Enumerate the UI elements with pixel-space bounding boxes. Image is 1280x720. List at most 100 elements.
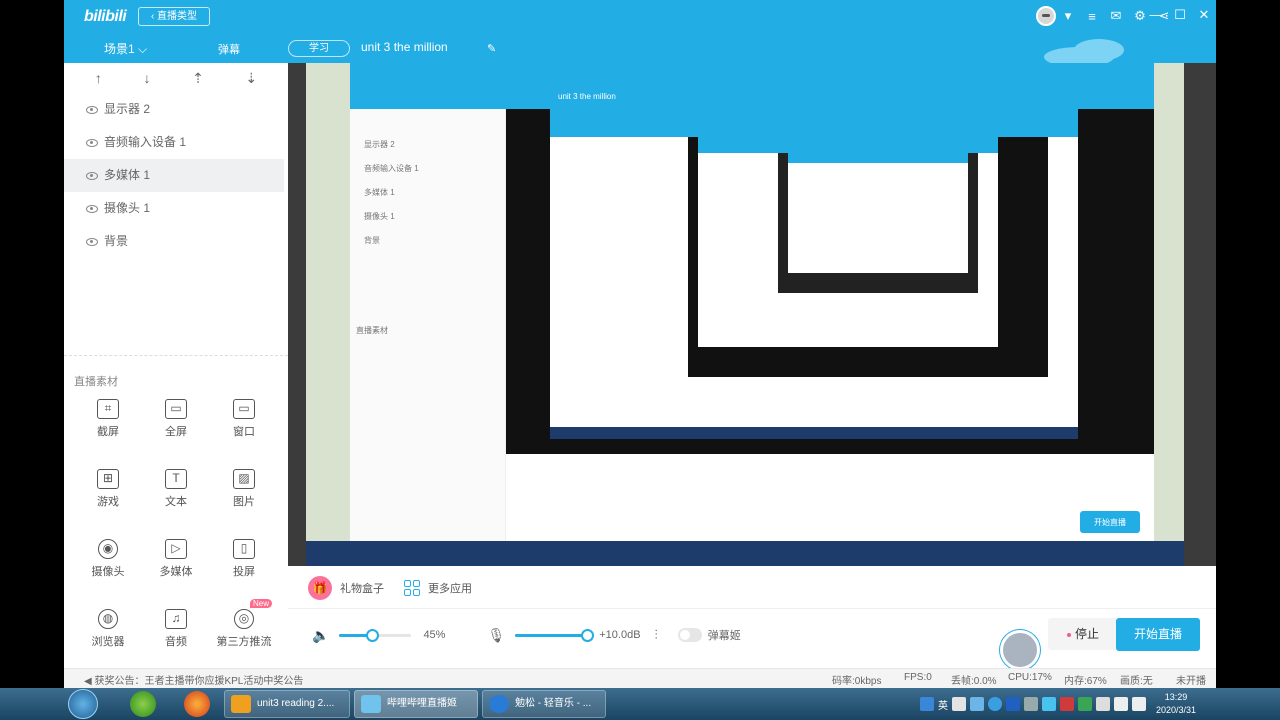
- tray-icon-2[interactable]: [970, 697, 984, 711]
- system-clock[interactable]: 13:29 2020/3/31: [1148, 691, 1204, 717]
- panel-divider[interactable]: [64, 355, 288, 358]
- material-browser[interactable]: ◍ 浏览器: [74, 603, 142, 655]
- tray-icon-9[interactable]: [1096, 697, 1110, 711]
- eye-icon[interactable]: [86, 105, 98, 114]
- nested-deepest-window: [788, 153, 968, 273]
- tray-icon-7[interactable]: [1060, 697, 1074, 711]
- network-icon[interactable]: [1114, 697, 1128, 711]
- material-text[interactable]: T 文本: [142, 463, 210, 515]
- move-up-icon[interactable]: ↑: [95, 70, 102, 86]
- task-music-player[interactable]: 勉松 - 轻音乐 - ...: [482, 690, 606, 718]
- title-bar: bilibili ‹ 直播类型 ▾ ≡ ✉ ⚙ ⋖ — ☐ ✕: [64, 0, 1216, 33]
- category-pill[interactable]: 学习: [288, 40, 350, 57]
- nested-inner-window: [550, 109, 1078, 439]
- stop-label: 停止: [1074, 627, 1099, 641]
- move-bottom-icon[interactable]: ⇣: [245, 70, 257, 87]
- minimize-icon[interactable]: —: [1144, 0, 1168, 33]
- ime-indicator[interactable]: 英: [938, 697, 948, 712]
- live-type-button[interactable]: ‹ 直播类型: [138, 7, 210, 26]
- source-item-audio-input[interactable]: 音频输入设备 1: [64, 126, 288, 159]
- material-label: 全屏: [165, 426, 187, 438]
- volume-knob[interactable]: [365, 628, 379, 642]
- streamer-avatar[interactable]: [1000, 630, 1040, 670]
- close-icon[interactable]: ✕: [1192, 0, 1216, 33]
- firefox-icon[interactable]: [184, 691, 210, 717]
- nested-preview: [506, 109, 1154, 454]
- gift-box-button[interactable]: 🎁 礼物盒子: [308, 576, 384, 600]
- material-label: 音频: [165, 636, 187, 648]
- start-live-button[interactable]: 开始直播: [1116, 618, 1200, 651]
- more-apps-button[interactable]: 更多应用: [404, 576, 472, 600]
- source-item-background[interactable]: 背景: [64, 225, 288, 258]
- source-label: 音频输入设备 1: [104, 135, 187, 149]
- gift-icon: 🎁: [308, 576, 332, 600]
- mixer-icon[interactable]: ⫶: [655, 627, 658, 643]
- edit-icon[interactable]: ✎: [487, 42, 496, 55]
- live-state: 未开播: [1176, 676, 1206, 687]
- user-avatar[interactable]: [1036, 6, 1056, 26]
- material-audio[interactable]: ♫ 音频: [142, 603, 210, 655]
- stop-button[interactable]: 停止: [1048, 618, 1118, 650]
- source-label: 背景: [104, 234, 129, 248]
- maximize-icon[interactable]: ☐: [1168, 0, 1192, 33]
- material-webcam[interactable]: ◉ 摄像头: [74, 533, 142, 585]
- search-tray-icon[interactable]: [920, 697, 934, 711]
- announcement[interactable]: ◀ 获奖公告：王者主播带你应援KPL活动中奖公告: [84, 672, 303, 687]
- move-top-icon[interactable]: ⇡: [192, 70, 204, 87]
- system-tray: 英: [920, 688, 1146, 720]
- move-down-icon[interactable]: ↓: [143, 70, 150, 86]
- material-media[interactable]: ▷ 多媒体: [142, 533, 210, 585]
- kugou-icon: [489, 695, 509, 713]
- tray-icon-1[interactable]: [952, 697, 966, 711]
- crop-icon: ⌗: [97, 399, 119, 419]
- tray-icon-3[interactable]: [988, 697, 1002, 711]
- nested-title-bar: unit 3 the million: [350, 63, 1154, 109]
- task-label: 哔哩哔哩直播姬: [387, 698, 457, 709]
- material-fullscreen[interactable]: ▭ 全屏: [142, 393, 210, 445]
- tray-icon-8[interactable]: [1078, 697, 1092, 711]
- mail-icon[interactable]: ✉: [1104, 8, 1128, 24]
- start-button[interactable]: [68, 689, 98, 719]
- scene-tab[interactable]: 场景1 ⌵: [104, 40, 147, 57]
- eye-icon[interactable]: [86, 237, 98, 246]
- decor-cloud: [1074, 39, 1124, 61]
- mic-knob[interactable]: [581, 628, 595, 642]
- volume-tray-icon[interactable]: [1132, 697, 1146, 711]
- eye-icon[interactable]: [86, 171, 98, 180]
- dropdown-icon[interactable]: ▾: [1056, 8, 1080, 24]
- task-bilibili-live[interactable]: 哔哩哔哩直播姬: [354, 690, 478, 718]
- material-screenshot[interactable]: ⌗ 截屏: [74, 393, 142, 445]
- source-item-display[interactable]: 显示器 2: [64, 93, 288, 126]
- material-third-party[interactable]: ◎ 第三方推流 New: [210, 599, 278, 655]
- source-item-media[interactable]: 多媒体 1: [64, 159, 284, 192]
- nested-inner-title: [550, 109, 1078, 137]
- source-item-camera[interactable]: 摄像头 1: [64, 192, 288, 225]
- tray-icon-4[interactable]: [1006, 697, 1020, 711]
- memory-usage: 内存:67%: [1064, 676, 1107, 687]
- danmu-toggle-label: 弹幕姬: [707, 630, 741, 642]
- tray-icon-6[interactable]: [1042, 697, 1056, 711]
- danmu-tab[interactable]: 弹幕: [218, 41, 240, 57]
- sort-toolbar: ↑ ↓ ⇡ ⇣: [64, 63, 288, 93]
- gift-label: 礼物盒子: [340, 583, 384, 595]
- material-cast[interactable]: ▯ 投屏: [210, 533, 278, 585]
- tray-icon-5[interactable]: [1024, 697, 1038, 711]
- task-unit3-reading[interactable]: unit3 reading 2....: [224, 690, 350, 718]
- browser-360-icon[interactable]: [130, 691, 156, 717]
- material-image[interactable]: ▨ 图片: [210, 463, 278, 515]
- eye-icon[interactable]: [86, 204, 98, 213]
- eye-icon[interactable]: [86, 138, 98, 147]
- speaker-icon[interactable]: 🔈: [312, 627, 329, 644]
- bitrate: 码率:0kbps: [832, 676, 882, 687]
- volume-slider[interactable]: [339, 628, 412, 642]
- menu-icon[interactable]: ≡: [1080, 9, 1104, 24]
- material-window[interactable]: ▭ 窗口: [210, 393, 278, 445]
- mic-slider[interactable]: [515, 628, 595, 642]
- clock-time: 13:29: [1164, 692, 1188, 702]
- material-game[interactable]: ⊞ 游戏: [74, 463, 142, 515]
- microphone-icon[interactable]: 🎙: [487, 627, 505, 644]
- preview-canvas[interactable]: unit 3 the million 显示器 2 音频输入设备 1 多媒体 1 …: [288, 63, 1216, 566]
- nested-inner-taskbar: [550, 427, 1078, 439]
- danmu-toggle[interactable]: [677, 628, 702, 642]
- status-bar: ◀ 获奖公告：王者主播带你应援KPL活动中奖公告 码率:0kbps FPS:0 …: [64, 668, 1216, 688]
